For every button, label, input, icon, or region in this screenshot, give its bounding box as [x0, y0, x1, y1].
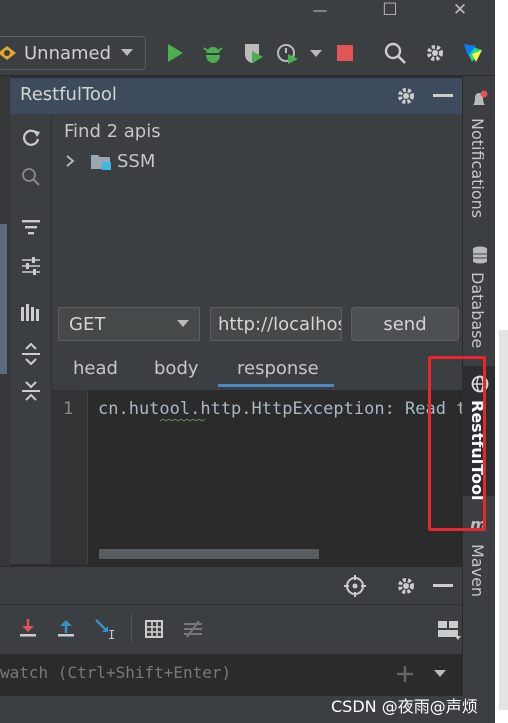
- run-config-label: Unnamed: [24, 42, 112, 64]
- active-tab-indicator: [218, 384, 334, 387]
- tab-body[interactable]: body: [154, 358, 199, 379]
- config-icon: [0, 46, 16, 60]
- tab-maven[interactable]: Maven: [468, 544, 487, 597]
- hide-panel-icon[interactable]: [433, 583, 453, 589]
- add-watch-icon[interactable]: [396, 665, 414, 683]
- profiler-icon[interactable]: [276, 42, 300, 64]
- jetbrains-logo-icon[interactable]: [462, 42, 484, 64]
- trace-icon[interactable]: [183, 620, 203, 638]
- tab-database[interactable]: Database: [468, 272, 487, 348]
- close-icon[interactable]: ✕: [450, 0, 470, 20]
- line-number: 1: [63, 399, 74, 419]
- minimize-icon[interactable]: —: [310, 0, 330, 20]
- tab-response[interactable]: response: [237, 358, 319, 379]
- refresh-icon[interactable]: [21, 127, 41, 147]
- typo-underline: [160, 419, 206, 422]
- tab-notifications[interactable]: Notifications: [468, 118, 487, 218]
- toolbar-separator: [131, 614, 132, 642]
- layout-icon[interactable]: [437, 620, 461, 640]
- step-out-icon[interactable]: [56, 618, 76, 638]
- settings-sliders-icon[interactable]: [21, 255, 41, 277]
- search-icon[interactable]: [21, 167, 41, 187]
- hide-panel-icon[interactable]: [433, 93, 453, 99]
- url-input[interactable]: http://localhost:8080: [210, 307, 342, 341]
- chevron-right-icon[interactable]: [64, 154, 76, 168]
- send-button[interactable]: send: [351, 307, 459, 341]
- maximize-icon[interactable]: ☐: [380, 0, 400, 20]
- title-bar: [0, 0, 495, 28]
- gear-icon[interactable]: [395, 575, 417, 597]
- module-folder-icon: [91, 155, 111, 170]
- method-label: GET: [69, 313, 106, 335]
- outer-scrollbar[interactable]: [499, 330, 508, 710]
- svg-text:I: I: [108, 628, 115, 640]
- collapse-all-icon[interactable]: [21, 380, 41, 402]
- database-icon[interactable]: [472, 246, 488, 264]
- watch-placeholder: watch (Ctrl+Shift+Enter): [0, 663, 232, 682]
- csdn-watermark: CSDN @夜雨@声烦: [331, 697, 478, 716]
- horizontal-scrollbar[interactable]: [99, 549, 319, 559]
- api-count-text: Find 2 apis: [64, 121, 161, 142]
- chevron-down-icon[interactable]: [310, 50, 322, 58]
- tree-node-ssm[interactable]: SSM: [64, 150, 155, 172]
- response-code-line: cn.hutool.http.HttpException: Read timed…: [98, 399, 462, 419]
- expand-all-icon[interactable]: [21, 343, 41, 365]
- gear-icon[interactable]: [424, 42, 446, 64]
- panel-title: RestfulTool: [20, 84, 117, 105]
- chevron-down-icon: [121, 49, 134, 56]
- run-icon[interactable]: [166, 43, 184, 63]
- restfultool-highlight-box: [428, 356, 486, 531]
- debug-panel-header: [0, 566, 462, 604]
- http-method-select[interactable]: GET: [58, 307, 200, 341]
- code-viewport: cn.hutool.http.HttpException: Read timed…: [98, 390, 462, 564]
- tree-node-label: SSM: [117, 150, 156, 172]
- filter-icon[interactable]: [21, 217, 41, 237]
- run-configuration-selector[interactable]: Unnamed: [0, 36, 146, 70]
- target-icon[interactable]: [344, 575, 366, 597]
- step-into-icon[interactable]: [18, 618, 38, 638]
- chevron-down-icon: [177, 320, 189, 327]
- group-by-icon[interactable]: [20, 303, 42, 323]
- evaluate-expression-icon[interactable]: [145, 620, 163, 638]
- coverage-icon[interactable]: [242, 42, 264, 64]
- gear-icon[interactable]: [395, 85, 417, 107]
- tab-head[interactable]: head: [73, 358, 118, 379]
- debug-icon[interactable]: [202, 42, 224, 64]
- left-strip-indicator: [0, 224, 7, 374]
- bell-icon[interactable]: [470, 90, 488, 110]
- run-to-cursor-icon[interactable]: I: [94, 618, 118, 640]
- stop-icon[interactable]: [336, 44, 354, 62]
- chevron-down-icon[interactable]: [434, 670, 446, 678]
- search-icon[interactable]: [384, 42, 406, 64]
